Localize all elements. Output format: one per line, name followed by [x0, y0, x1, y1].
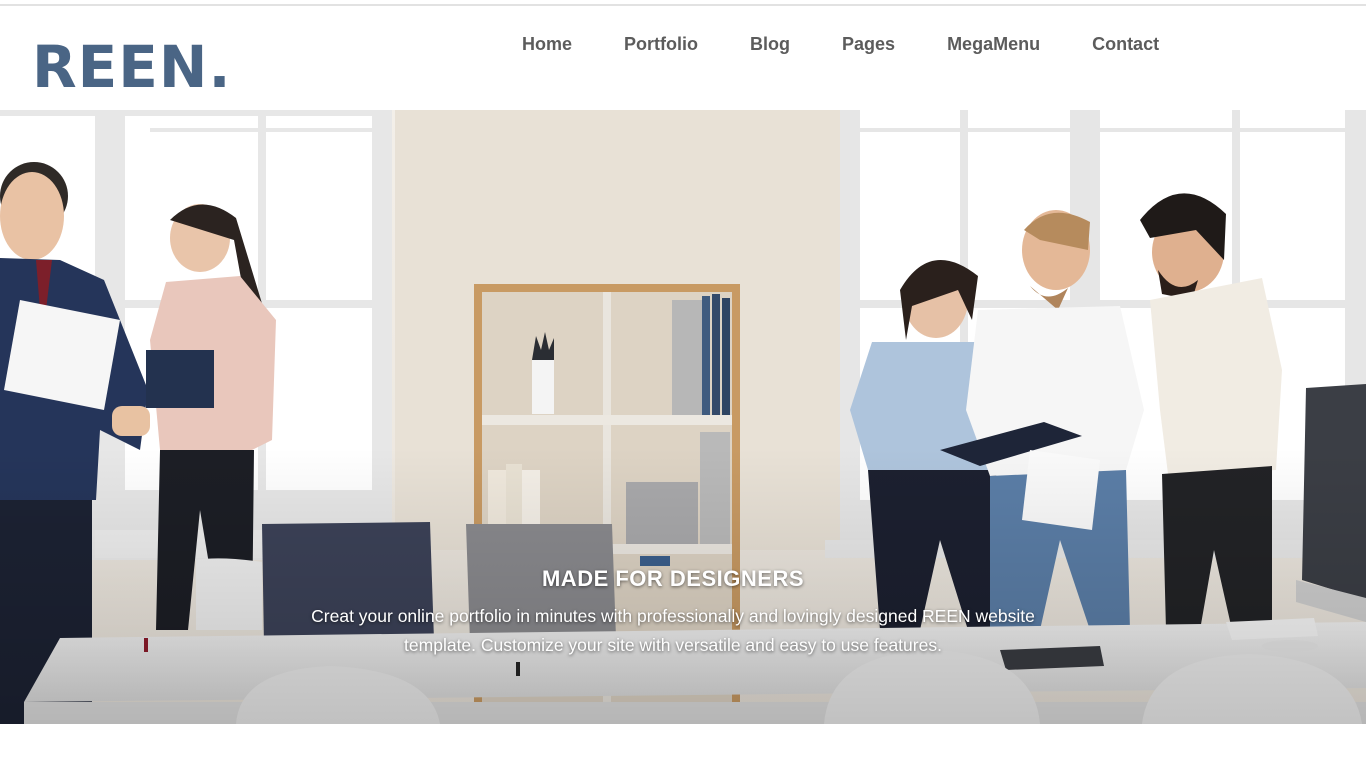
site-logo[interactable]: REEN.: [32, 38, 231, 96]
site-header: REEN. Home Portfolio Blog Pages MegaMenu…: [0, 6, 1366, 110]
nav-portfolio-link[interactable]: Portfolio: [598, 32, 724, 56]
nav-home-link[interactable]: Home: [496, 32, 598, 56]
hero-description: Creat your online portfolio in minutes w…: [311, 606, 1035, 655]
nav-contact-link[interactable]: Contact: [1066, 32, 1185, 56]
hero-slider: MADE FOR DESIGNERS Creat your online por…: [0, 110, 1366, 724]
nav-megamenu-link[interactable]: MegaMenu: [921, 32, 1066, 56]
nav-blog-link[interactable]: Blog: [724, 32, 816, 56]
main-nav: Home Portfolio Blog Pages MegaMenu Conta…: [496, 32, 1185, 56]
hero-title: MADE FOR DESIGNERS: [541, 566, 805, 591]
nav-pages-link[interactable]: Pages: [816, 32, 921, 56]
